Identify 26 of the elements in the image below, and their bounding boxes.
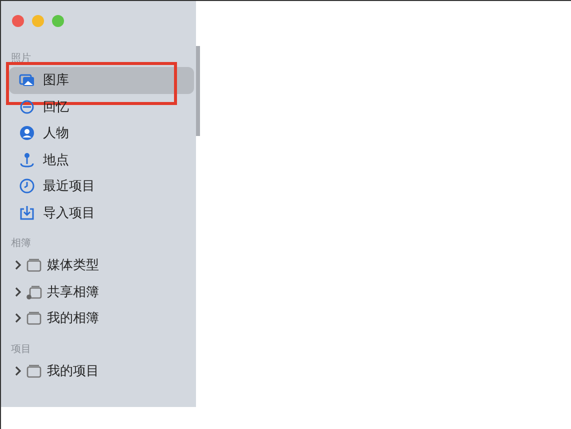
clock-icon <box>19 178 35 194</box>
section-title: 照片 <box>11 52 32 65</box>
shared-folder-icon <box>26 284 42 300</box>
sidebar-item[interactable]: 人物 <box>9 120 188 146</box>
sidebar-item[interactable]: 我的项目 <box>9 358 188 384</box>
folder-icon <box>26 362 42 379</box>
chevron-icon[interactable] <box>15 286 21 297</box>
folder-icon <box>26 310 42 326</box>
sidebar-item[interactable]: 媒体类型 <box>9 252 188 278</box>
section-title: 项目 <box>11 342 32 356</box>
circle-icon <box>19 98 35 115</box>
sidebar-item[interactable]: 我的相簿 <box>9 305 188 332</box>
sidebar-item[interactable]: 图库 <box>9 67 194 94</box>
folder-icon <box>26 257 42 274</box>
sidebar-item[interactable]: 导入项目 <box>9 200 188 226</box>
sidebar-item[interactable]: 共享相簿 <box>9 278 188 305</box>
import-icon <box>19 204 35 221</box>
pin-icon <box>19 152 35 168</box>
chevron-icon[interactable] <box>15 366 21 376</box>
sidebar-item[interactable]: 最近项目 <box>9 173 188 200</box>
sidebar-item[interactable]: 地点 <box>9 146 188 173</box>
person-icon <box>19 125 35 142</box>
section-title: 相簿 <box>11 236 32 250</box>
chevron-icon[interactable] <box>15 260 21 270</box>
photos-icon <box>19 72 35 88</box>
chevron-icon[interactable] <box>15 313 21 324</box>
